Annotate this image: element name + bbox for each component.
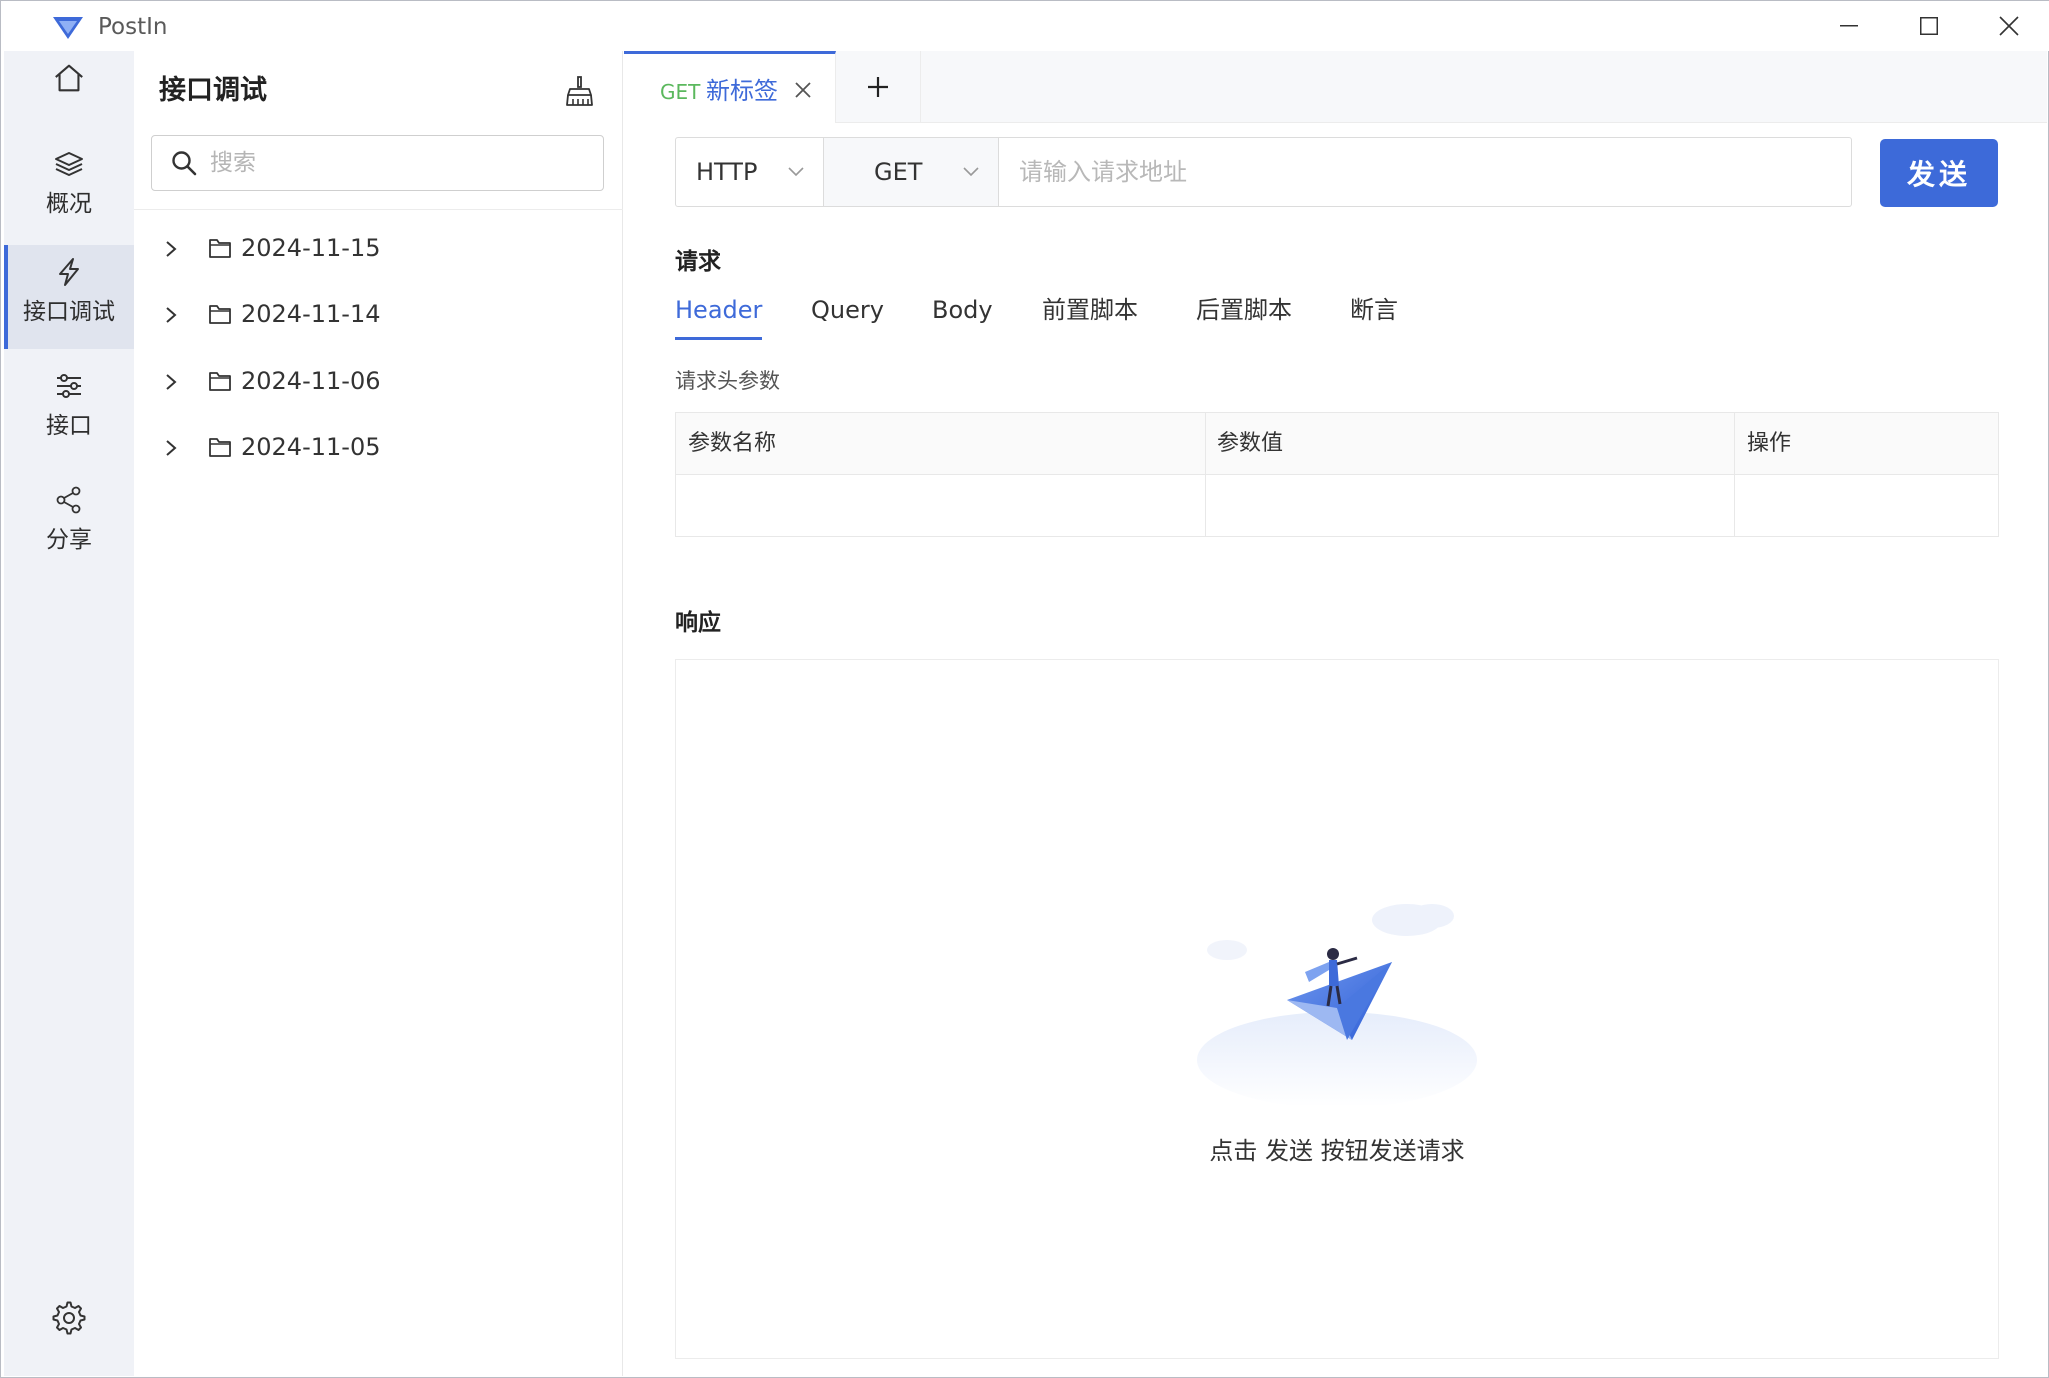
request-bar: HTTP GET [675,137,1852,207]
nav-label-share: 分享 [46,527,92,553]
column-header-actions: 操作 [1747,431,1792,456]
lightning-icon [52,255,86,289]
nav-item-home[interactable] [4,61,134,127]
nav-label-overview: 概况 [46,191,92,217]
chevron-right-icon[interactable] [161,239,181,259]
folder-icon [209,305,231,324]
settings-button[interactable] [4,1301,134,1357]
tree-folder-item[interactable]: 2024-11-14 [134,285,623,345]
method-value: GET [874,158,923,186]
nav-rail: 概况 接口调试 接口 分享 [4,51,134,1376]
divider [1734,413,1735,536]
maximize-icon [1920,17,1938,35]
request-section-title: 请求 [675,249,721,275]
folder-icon [209,438,231,457]
search-box [151,135,604,191]
tab-pre-script[interactable]: 前置脚本 [1042,293,1138,327]
response-panel: 点击 发送 按钮发送请求 [675,659,1999,1359]
app-title: PostIn [98,14,168,40]
nav-item-overview[interactable]: 概况 [4,139,134,243]
nav-label-debug: 接口调试 [23,299,115,325]
tab-bar: GET 新标签 [624,51,2047,123]
nav-item-api[interactable]: 接口 [4,361,134,465]
folder-icon [209,372,231,391]
chevron-right-icon[interactable] [161,438,181,458]
gear-icon [52,1301,86,1335]
title-bar: PostIn [1,1,2049,51]
tree-folder-item[interactable]: 2024-11-05 [134,418,623,478]
protocol-select[interactable]: HTTP [676,138,824,206]
tab-assertions[interactable]: 断言 [1350,293,1398,327]
protocol-value: HTTP [696,158,758,186]
divider [134,209,623,210]
tree-title: 接口调试 [159,75,267,106]
response-section-title: 响应 [675,610,721,636]
column-header-name: 参数名称 [688,431,777,456]
method-select[interactable]: GET [824,138,999,206]
sliders-icon [52,369,86,403]
nav-label-api: 接口 [46,413,92,439]
tab-title: 新标签 [706,77,778,105]
tree-folder-item[interactable]: 2024-11-06 [134,352,623,412]
tab-body[interactable]: Body [932,293,993,327]
plus-icon [868,77,888,97]
search-icon [172,151,197,176]
tab-post-script[interactable]: 后置脚本 [1196,293,1292,327]
layers-icon [52,147,86,181]
send-button[interactable]: 发送 [1880,139,1998,207]
chevron-right-icon[interactable] [161,305,181,325]
chevron-down-icon [788,167,804,177]
home-icon [52,61,86,95]
main-area: GET 新标签 HTTP GET 发送 请求 Header Query [624,51,2047,1376]
app-logo-icon [53,17,83,39]
table-header-row [676,413,1998,475]
request-tab[interactable]: GET 新标签 [624,51,836,123]
header-params-table: 参数名称 参数值 操作 [675,412,1999,537]
search-input[interactable] [210,144,590,182]
folder-label: 2024-11-14 [241,300,381,328]
folder-label: 2024-11-05 [241,433,381,461]
maximize-button[interactable] [1889,1,1969,51]
divider [1205,413,1206,536]
add-tab-button[interactable] [836,51,921,123]
minimize-button[interactable] [1809,1,1889,51]
share-icon [52,483,86,517]
tab-query[interactable]: Query [811,293,884,327]
column-header-value: 参数值 [1217,431,1284,456]
nav-item-share[interactable]: 分享 [4,475,134,579]
tree-panel: 接口调试 2024-11-15 2024-11-14 2024-11-06 [134,51,623,1376]
close-window-button[interactable] [1969,1,2049,51]
chevron-down-icon [963,167,979,177]
tab-method-badge: GET [660,80,701,104]
folder-icon [209,239,231,258]
close-icon [1999,16,2019,36]
url-input[interactable] [999,138,1849,206]
tab-header[interactable]: Header [675,293,763,340]
param-caption: 请求头参数 [675,369,780,393]
nav-item-debug[interactable]: 接口调试 [4,245,134,349]
minimize-icon [1840,25,1858,27]
close-icon[interactable] [791,78,815,102]
empty-state-text: 点击 发送 按钮发送请求 [1209,1137,1465,1165]
tree-folder-item[interactable]: 2024-11-15 [134,219,623,279]
app-window: PostIn 概况 接口调试 接口 分享 接口调试 搜索 2024-11-15 … [0,0,2049,1378]
folder-label: 2024-11-15 [241,234,381,262]
folder-label: 2024-11-06 [241,367,381,395]
paper-plane-illustration [1197,904,1477,1105]
chevron-right-icon[interactable] [161,372,181,392]
broom-icon[interactable] [562,75,594,107]
